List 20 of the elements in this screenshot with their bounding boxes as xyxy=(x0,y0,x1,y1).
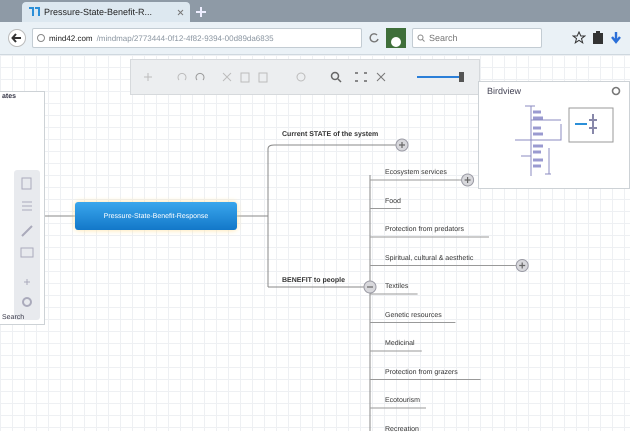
search-field[interactable]: Search xyxy=(412,28,542,48)
settings-icon[interactable] xyxy=(611,86,621,96)
collapse-icon[interactable] xyxy=(364,280,376,294)
back-icon[interactable] xyxy=(8,29,26,47)
reload-icon[interactable] xyxy=(368,32,380,44)
extension-icon[interactable] xyxy=(386,28,406,48)
address-field[interactable]: mind42.com /mindmap/2773444-0f12-4f82-9394-00d89da6835 xyxy=(32,28,362,48)
clipboard-icon[interactable] xyxy=(592,31,604,45)
expand-icon[interactable] xyxy=(516,259,529,272)
expand-icon[interactable] xyxy=(461,174,474,186)
download-icon[interactable] xyxy=(610,31,622,45)
star-icon[interactable] xyxy=(572,31,586,45)
logo-icon xyxy=(28,7,40,17)
info-icon xyxy=(37,34,45,42)
browser-tab[interactable]: Pressure-State-Benefit-R... xyxy=(22,2,190,22)
branch-underline xyxy=(370,350,422,352)
expand-icon[interactable] xyxy=(396,138,408,152)
close-icon[interactable] xyxy=(177,8,184,16)
branch-underline xyxy=(370,208,402,209)
panel-title: Birdview xyxy=(487,86,522,96)
